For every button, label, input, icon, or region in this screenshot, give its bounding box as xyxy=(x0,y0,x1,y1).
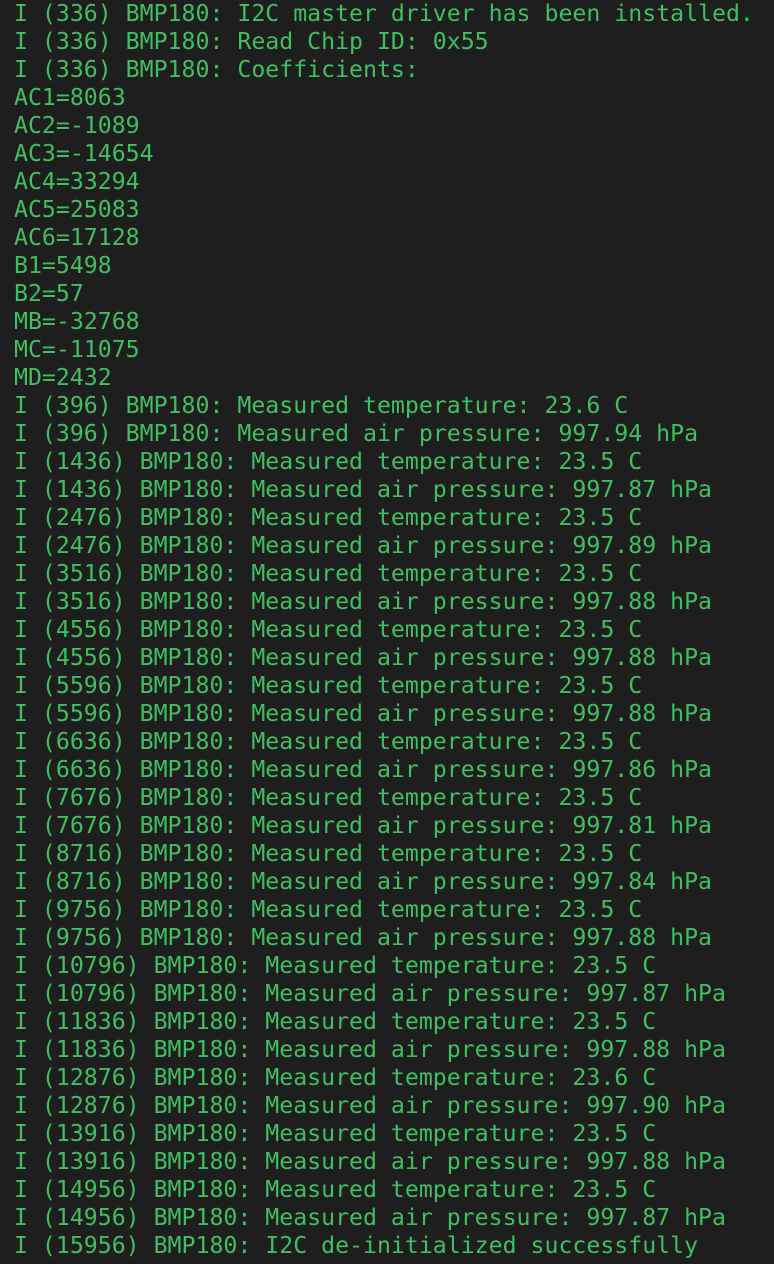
log-line: I (396) BMP180: Measured air pressure: 9… xyxy=(14,420,699,447)
log-line: I (2476) BMP180: Measured air pressure: … xyxy=(14,532,713,559)
log-line: I (5596) BMP180: Measured air pressure: … xyxy=(14,700,713,727)
log-line: I (336) BMP180: Read Chip ID: 0x55 xyxy=(14,28,489,55)
log-line: I (7676) BMP180: Measured air pressure: … xyxy=(14,812,713,839)
log-line: I (2476) BMP180: Measured temperature: 2… xyxy=(14,504,643,531)
log-line: I (9756) BMP180: Measured air pressure: … xyxy=(14,924,713,951)
log-line: I (8716) BMP180: Measured air pressure: … xyxy=(14,868,713,895)
log-line: I (6636) BMP180: Measured temperature: 2… xyxy=(14,728,643,755)
log-line: I (5596) BMP180: Measured temperature: 2… xyxy=(14,672,643,699)
log-line: I (12876) BMP180: Measured temperature: … xyxy=(14,1064,657,1091)
log-line: I (14956) BMP180: Measured air pressure:… xyxy=(14,1204,726,1231)
log-line: I (9756) BMP180: Measured temperature: 2… xyxy=(14,896,643,923)
log-line: I (1436) BMP180: Measured air pressure: … xyxy=(14,476,713,503)
log-line: I (6636) BMP180: Measured air pressure: … xyxy=(14,756,713,783)
log-line: I (336) BMP180: I2C master driver has be… xyxy=(14,0,754,27)
log-line: I (10796) BMP180: Measured air pressure:… xyxy=(14,980,726,1007)
log-line: AC6=17128 xyxy=(14,224,140,251)
log-line: AC5=25083 xyxy=(14,196,140,223)
log-line: I (4556) BMP180: Measured air pressure: … xyxy=(14,644,713,671)
log-line: B2=57 xyxy=(14,280,84,307)
log-line: MD=2432 xyxy=(14,364,112,391)
log-line: I (336) BMP180: Coefficients: xyxy=(14,56,419,83)
log-line: I (4556) BMP180: Measured temperature: 2… xyxy=(14,616,643,643)
log-lines: I (336) BMP180: I2C master driver has be… xyxy=(14,0,754,1260)
log-line: AC4=33294 xyxy=(14,168,140,195)
log-line: I (8716) BMP180: Measured temperature: 2… xyxy=(14,840,643,867)
log-line: I (7676) BMP180: Measured temperature: 2… xyxy=(14,784,643,811)
log-line: MC=-11075 xyxy=(14,336,140,363)
log-line: AC3=-14654 xyxy=(14,140,154,167)
log-line: I (13916) BMP180: Measured air pressure:… xyxy=(14,1148,726,1175)
log-line: I (12876) BMP180: Measured air pressure:… xyxy=(14,1092,726,1119)
log-line: AC1=8063 xyxy=(14,84,126,111)
log-line: B1=5498 xyxy=(14,252,112,279)
log-line: I (3516) BMP180: Measured temperature: 2… xyxy=(14,560,643,587)
log-line: I (11836) BMP180: Measured temperature: … xyxy=(14,1008,657,1035)
log-line: I (10796) BMP180: Measured temperature: … xyxy=(14,952,657,979)
terminal-output[interactable]: I (336) BMP180: I2C master driver has be… xyxy=(0,0,774,1264)
log-line: I (14956) BMP180: Measured temperature: … xyxy=(14,1176,657,1203)
log-line: I (3516) BMP180: Measured air pressure: … xyxy=(14,588,713,615)
log-line: AC2=-1089 xyxy=(14,112,140,139)
log-line: I (11836) BMP180: Measured air pressure:… xyxy=(14,1036,726,1063)
log-line: I (13916) BMP180: Measured temperature: … xyxy=(14,1120,657,1147)
log-line: I (1436) BMP180: Measured temperature: 2… xyxy=(14,448,643,475)
log-line: MB=-32768 xyxy=(14,308,140,335)
log-line: I (15956) BMP180: I2C de-initialized suc… xyxy=(14,1232,699,1259)
log-line: I (396) BMP180: Measured temperature: 23… xyxy=(14,392,629,419)
